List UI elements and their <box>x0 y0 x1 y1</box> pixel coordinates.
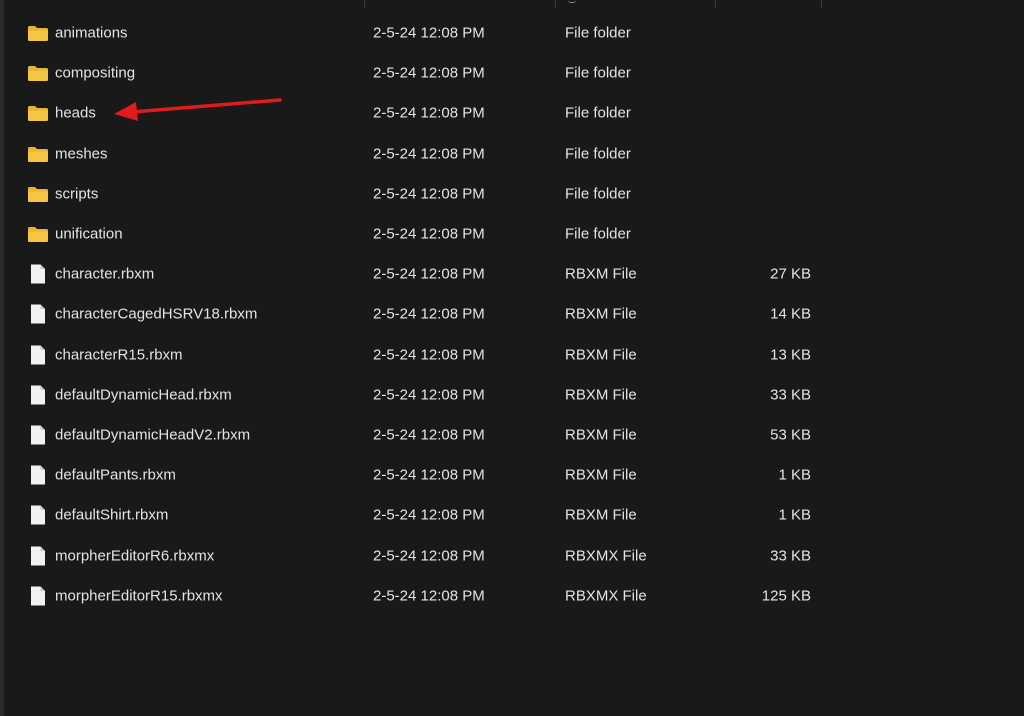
file-row[interactable]: unification 2-5-24 12:08 PM File folder <box>0 214 1024 254</box>
folder-icon <box>27 183 49 205</box>
sort-indicator-icon <box>568 0 576 3</box>
file-size: 53 KB <box>770 426 811 444</box>
file-type: RBXM File <box>565 386 637 404</box>
file-icon <box>27 344 49 366</box>
file-type: File folder <box>565 64 631 82</box>
column-divider-name[interactable] <box>364 0 365 8</box>
file-size: 33 KB <box>770 386 811 404</box>
file-date-modified: 2-5-24 12:08 PM <box>373 64 485 82</box>
file-icon <box>27 424 49 446</box>
file-type: File folder <box>565 145 631 163</box>
file-row[interactable]: meshes 2-5-24 12:08 PM File folder <box>0 134 1024 174</box>
file-name: defaultShirt.rbxm <box>55 506 169 524</box>
file-name: meshes <box>55 145 108 163</box>
file-name: unification <box>55 225 123 243</box>
column-header-bar[interactable] <box>0 0 1024 8</box>
file-date-modified: 2-5-24 12:08 PM <box>373 145 485 163</box>
file-icon <box>27 504 49 526</box>
file-date-modified: 2-5-24 12:08 PM <box>373 185 485 203</box>
file-date-modified: 2-5-24 12:08 PM <box>373 104 485 122</box>
column-divider-size[interactable] <box>821 0 822 8</box>
file-type: RBXM File <box>565 265 637 283</box>
folder-icon <box>27 22 49 44</box>
file-type: RBXM File <box>565 346 637 364</box>
folder-icon <box>27 143 49 165</box>
file-icon <box>27 464 49 486</box>
file-type: RBXM File <box>565 506 637 524</box>
file-name: morpherEditorR6.rbxmx <box>55 547 215 565</box>
file-type: File folder <box>565 104 631 122</box>
file-name: character.rbxm <box>55 265 155 283</box>
folder-icon <box>27 223 49 245</box>
file-row[interactable]: defaultDynamicHeadV2.rbxm 2-5-24 12:08 PM… <box>0 415 1024 455</box>
file-name: defaultPants.rbxm <box>55 466 176 484</box>
file-size: 125 KB <box>761 587 811 605</box>
file-date-modified: 2-5-24 12:08 PM <box>373 466 485 484</box>
folder-icon <box>27 62 49 84</box>
file-date-modified: 2-5-24 12:08 PM <box>373 587 485 605</box>
file-name: scripts <box>55 185 99 203</box>
file-name: defaultDynamicHeadV2.rbxm <box>55 426 251 444</box>
file-name: animations <box>55 24 128 42</box>
file-row[interactable]: morpherEditorR15.rbxmx 2-5-24 12:08 PM RBX… <box>0 576 1024 616</box>
file-size: 14 KB <box>770 305 811 323</box>
file-icon <box>27 384 49 406</box>
file-name: morpherEditorR15.rbxmx <box>55 587 223 605</box>
file-type: RBXM File <box>565 305 637 323</box>
file-row[interactable]: scripts 2-5-24 12:08 PM File folder <box>0 174 1024 214</box>
file-type: RBXM File <box>565 426 637 444</box>
file-row[interactable]: defaultShirt.rbxm 2-5-24 12:08 PM RBXM Fil… <box>0 495 1024 535</box>
file-row[interactable]: morpherEditorR6.rbxmx 2-5-24 12:08 PM RBXM… <box>0 535 1024 575</box>
file-date-modified: 2-5-24 12:08 PM <box>373 346 485 364</box>
file-date-modified: 2-5-24 12:08 PM <box>373 225 485 243</box>
file-row[interactable]: animations 2-5-24 12:08 PM File folder <box>0 13 1024 53</box>
file-icon <box>27 545 49 567</box>
file-type: RBXMX File <box>565 547 647 565</box>
file-type: RBXM File <box>565 466 637 484</box>
file-icon <box>27 303 49 325</box>
file-date-modified: 2-5-24 12:08 PM <box>373 426 485 444</box>
column-divider-type[interactable] <box>715 0 716 8</box>
red-arrow-annotation <box>114 98 282 121</box>
file-name: heads <box>55 104 96 122</box>
file-icon <box>27 263 49 285</box>
folder-icon <box>27 102 49 124</box>
file-date-modified: 2-5-24 12:08 PM <box>373 547 485 565</box>
file-name: compositing <box>55 64 136 82</box>
file-date-modified: 2-5-24 12:08 PM <box>373 305 485 323</box>
file-type: File folder <box>565 225 631 243</box>
file-row[interactable]: defaultPants.rbxm 2-5-24 12:08 PM RBXM Fil… <box>0 455 1024 495</box>
file-size: 33 KB <box>770 547 811 565</box>
file-type: RBXMX File <box>565 587 647 605</box>
file-size: 27 KB <box>770 265 811 283</box>
column-divider-date[interactable] <box>555 0 556 8</box>
file-row[interactable]: characterCagedHSRV18.rbxm 2-5-24 12:08 PM… <box>0 294 1024 334</box>
file-name: defaultDynamicHead.rbxm <box>55 386 232 404</box>
file-size: 1 KB <box>778 466 811 484</box>
file-type: File folder <box>565 185 631 203</box>
file-icon <box>27 585 49 607</box>
file-size: 13 KB <box>770 346 811 364</box>
file-date-modified: 2-5-24 12:08 PM <box>373 386 485 404</box>
file-date-modified: 2-5-24 12:08 PM <box>373 265 485 283</box>
file-type: File folder <box>565 24 631 42</box>
file-name: characterCagedHSRV18.rbxm <box>55 305 258 323</box>
file-size: 1 KB <box>778 506 811 524</box>
file-date-modified: 2-5-24 12:08 PM <box>373 506 485 524</box>
file-row[interactable]: character.rbxm 2-5-24 12:08 PM RBXM File 27… <box>0 254 1024 294</box>
file-name: characterR15.rbxm <box>55 346 183 364</box>
file-date-modified: 2-5-24 12:08 PM <box>373 24 485 42</box>
file-row[interactable]: characterR15.rbxm 2-5-24 12:08 PM RBXM Fil… <box>0 335 1024 375</box>
file-row[interactable]: defaultDynamicHead.rbxm 2-5-24 12:08 PM RB… <box>0 375 1024 415</box>
